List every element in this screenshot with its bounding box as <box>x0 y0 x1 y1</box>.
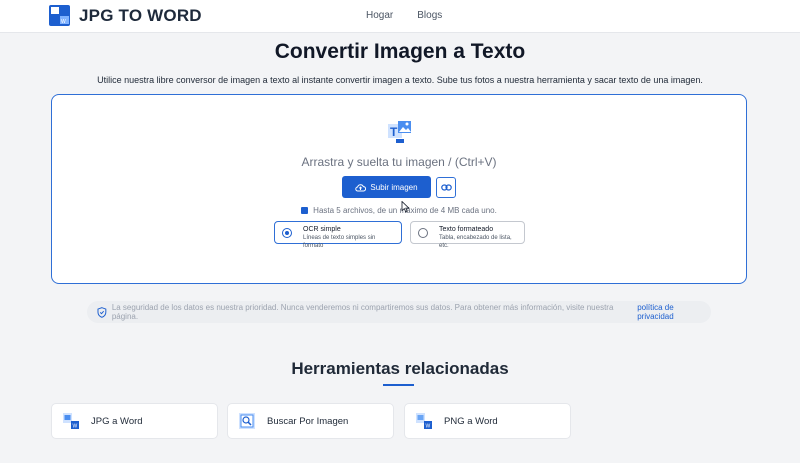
tool-label: JPG a Word <box>91 415 143 427</box>
link-icon <box>440 184 452 191</box>
svg-text:W: W <box>61 19 66 25</box>
logo-icon: W <box>49 5 70 26</box>
radio-ocr-simple[interactable] <box>282 228 292 238</box>
option-desc: Tabla, encabezado de lista, etc. <box>439 235 512 249</box>
site-header: W JPG TO WORD Hogar Blogs <box>0 0 800 33</box>
option-formatted-text[interactable]: Texto formateado Tabla, encabezado de li… <box>410 221 525 249</box>
upload-button-label: Subir imagen <box>370 182 418 192</box>
option-title: Texto formateado <box>439 226 494 233</box>
tool-label: Buscar Por Imagen <box>267 415 349 427</box>
info-icon <box>301 207 309 214</box>
radio-formatted-text[interactable] <box>418 228 428 238</box>
shield-icon <box>97 306 107 318</box>
logo[interactable]: W JPG TO WORD <box>48 4 202 27</box>
jpg-to-word-icon: W <box>63 413 79 430</box>
drop-instructions: Arrastra y suelta tu imagen / (Ctrl+V) <box>301 155 497 169</box>
file-limit-note: Hasta 5 archivos, de un máximo de 4 MB c… <box>52 206 746 215</box>
option-desc: Líneas de texto simples sin formato <box>303 235 376 249</box>
paste-url-button[interactable] <box>436 177 456 198</box>
option-ocr-simple[interactable]: OCR simple Líneas de texto simples sin f… <box>274 221 402 249</box>
page-subtitle: Utilice nuestra libre conversor de image… <box>97 75 703 85</box>
tool-card-search-by-image[interactable]: Buscar Por Imagen <box>227 403 394 439</box>
main-nav: Hogar Blogs <box>366 10 442 21</box>
svg-text:T: T <box>390 125 398 139</box>
svg-text:W: W <box>73 424 78 430</box>
logo-text: JPG TO WORD <box>79 5 202 25</box>
svg-text:W: W <box>426 424 431 430</box>
nav-item-hogar[interactable]: Hogar <box>366 10 393 21</box>
image-search-icon <box>239 413 255 429</box>
upload-image-button[interactable]: Subir imagen <box>342 176 431 198</box>
privacy-notice: La seguridad de los datos es nuestra pri… <box>87 301 711 323</box>
privacy-policy-link[interactable]: política de privacidad <box>637 303 711 321</box>
upload-dropzone[interactable]: T Arrastra y suelta tu imagen / (Ctrl+V)… <box>51 94 747 284</box>
tool-card-png-to-word[interactable]: W PNG a Word <box>404 403 571 439</box>
title-underline <box>383 384 414 386</box>
cloud-upload-icon <box>355 183 367 191</box>
image-to-text-icon: T <box>388 121 411 143</box>
tool-label: PNG a Word <box>444 415 498 427</box>
tool-card-jpg-to-word[interactable]: W JPG a Word <box>51 403 218 439</box>
privacy-text: La seguridad de los datos es nuestra pri… <box>111 303 614 321</box>
mouse-cursor-icon <box>401 201 410 213</box>
related-tools-title: Herramientas relacionadas <box>291 359 509 378</box>
png-to-word-icon: W <box>416 413 432 430</box>
nav-item-blogs[interactable]: Blogs <box>417 10 442 21</box>
page-title: Convertir Imagen a Texto <box>274 40 526 63</box>
option-title: OCR simple <box>303 226 341 233</box>
